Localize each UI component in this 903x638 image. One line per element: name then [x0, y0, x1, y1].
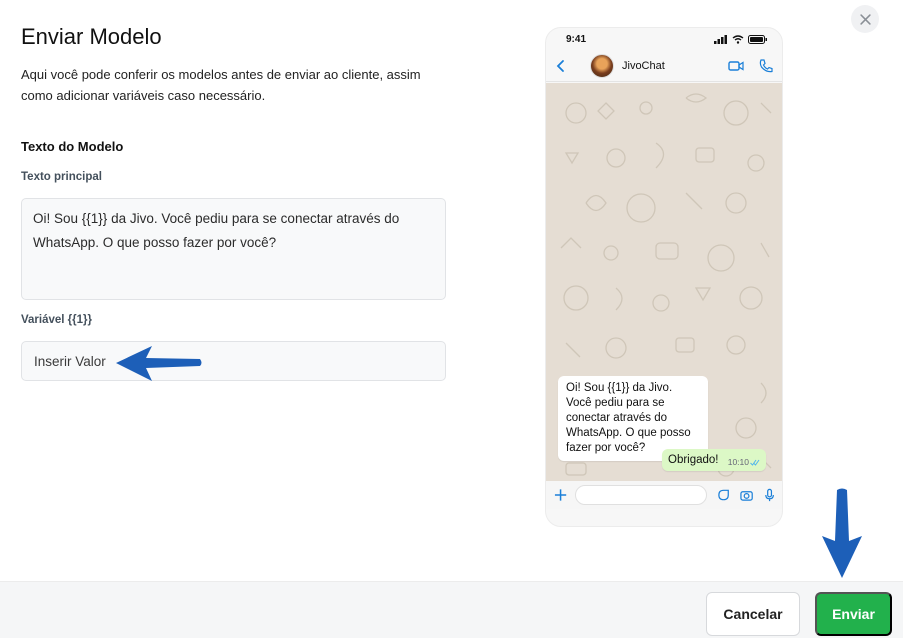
signal-icon: [714, 34, 727, 44]
chat-header: JivoChat: [546, 50, 782, 82]
annotation-arrow-left: [116, 346, 202, 381]
plus-icon[interactable]: [554, 488, 567, 502]
chat-input-bar: [546, 481, 782, 509]
variable-input[interactable]: Inserir Valor: [21, 341, 446, 381]
send-button[interactable]: Enviar: [815, 592, 892, 636]
microphone-icon[interactable]: [763, 488, 776, 502]
wifi-icon: [732, 34, 744, 44]
variable-label: Variável {{1}}: [21, 314, 92, 326]
video-call-icon[interactable]: [728, 58, 744, 74]
avatar: [590, 53, 614, 78]
message-input[interactable]: [575, 485, 707, 505]
double-check-icon: [750, 459, 760, 466]
close-icon: [859, 13, 871, 25]
chat-name: JivoChat: [622, 59, 665, 72]
phone-icon[interactable]: [758, 58, 774, 74]
close-button[interactable]: [851, 5, 879, 33]
sticker-icon[interactable]: [717, 488, 730, 502]
annotation-arrow-down: [822, 488, 862, 578]
main-text-field[interactable]: Oi! Sou {{1}} da Jivo. Você pediu para s…: [21, 198, 446, 300]
modal-title: Enviar Modelo: [21, 24, 162, 49]
battery-icon: [748, 34, 767, 44]
status-bar: 9:41: [546, 28, 782, 50]
chat-area: Oi! Sou {{1}} da Jivo. Você pediu para s…: [546, 83, 782, 481]
outgoing-message-time: 10:10: [727, 457, 749, 467]
phone-preview: 9:41 JivoChat Oi! Sou {{1}} da Jivo. Voc…: [545, 27, 783, 527]
section-title: Texto do Modelo: [21, 139, 124, 154]
main-text-label: Texto principal: [21, 171, 102, 183]
cancel-button[interactable]: Cancelar: [706, 592, 800, 636]
status-time: 9:41: [566, 33, 587, 45]
outgoing-message-text: Obrigado!: [668, 454, 719, 466]
camera-icon[interactable]: [740, 488, 753, 502]
variable-placeholder: Inserir Valor: [34, 353, 106, 369]
outgoing-message-bubble: Obrigado! 10:10: [662, 449, 766, 471]
back-icon[interactable]: [554, 59, 568, 73]
modal-description: Aqui você pode conferir os modelos antes…: [21, 67, 421, 103]
